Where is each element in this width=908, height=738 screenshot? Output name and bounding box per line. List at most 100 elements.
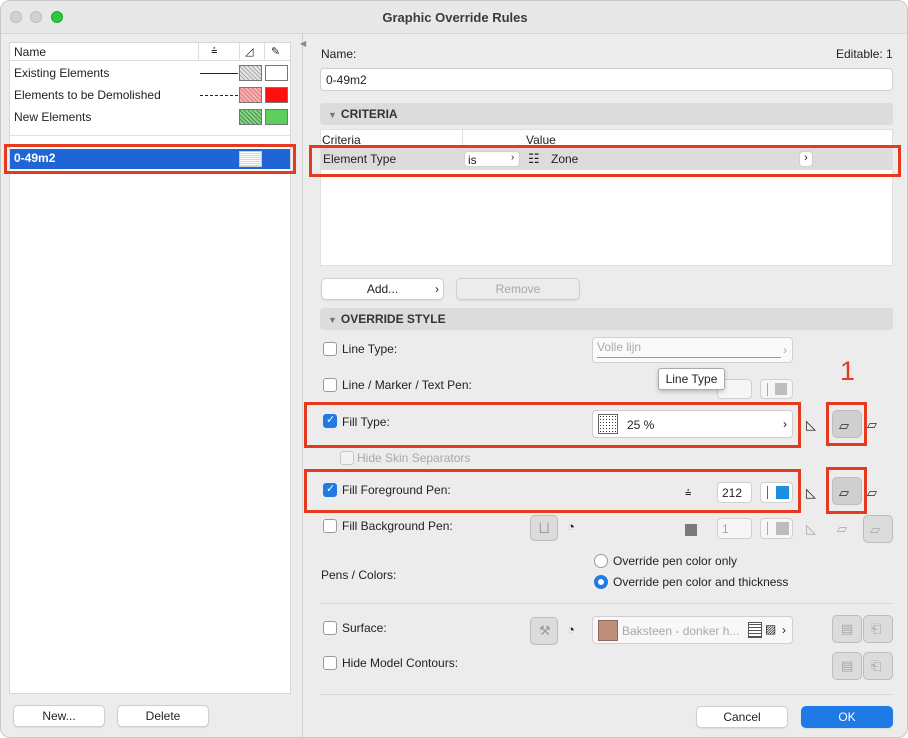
cover-fill-icon: ▱ (870, 522, 880, 537)
fill-bg-cut-icon[interactable]: ◺ (806, 522, 816, 536)
column-divider (239, 43, 240, 61)
ok-button[interactable]: OK (801, 706, 893, 728)
fill-toggle-highlight-2 (826, 467, 867, 514)
fill-type-highlight (304, 402, 801, 448)
fill-bg-pen-value: 1 (722, 522, 729, 536)
override-style-section-header[interactable]: ▼ OVERRIDE STYLE (320, 308, 893, 330)
document-icon: ▤ (841, 658, 854, 673)
line-type-checkbox[interactable] (323, 342, 337, 356)
line-type-label: Line Type: (342, 342, 398, 356)
list-separator (10, 135, 290, 136)
criteria-section-header[interactable]: ▼ CRITERIA (320, 103, 893, 125)
fill-fg-cut-icon[interactable]: ◺ (806, 486, 816, 500)
hide-contours-label: Hide Model Contours: (342, 656, 459, 670)
contours-option-button-2[interactable]: ⎗ (863, 652, 893, 680)
surface-checkbox[interactable] (323, 621, 337, 635)
rules-list-header: Name ⩮ ◿ ✎ (10, 43, 290, 61)
surface-dropdown[interactable]: Baksteen - donker h... ▨ › (592, 616, 793, 644)
rule-row-demolished[interactable]: Elements to be Demolished (10, 85, 290, 106)
fill-bg-color-button[interactable] (760, 518, 793, 539)
column-divider (264, 43, 265, 61)
rule-row-new[interactable]: New Elements (10, 107, 290, 128)
rule-label: Elements to be Demolished (14, 88, 161, 102)
override-color-only-radio[interactable] (594, 554, 608, 568)
contours-option-button-1[interactable]: ▤ (832, 652, 862, 680)
line-type-value: Volle lijn (597, 340, 642, 354)
line-pen-checkbox[interactable] (323, 378, 337, 392)
override-title: OVERRIDE STYLE (340, 312, 446, 326)
disclosure-triangle-icon: ▼ (328, 110, 337, 120)
criteria-row-highlight (309, 145, 901, 177)
pen-color-swatch (776, 522, 789, 535)
color-wheel-icon[interactable]: ◔ (567, 520, 575, 534)
fill-fg-highlight (304, 469, 801, 513)
fill-cover-icon[interactable]: ▱ (867, 418, 877, 432)
divider (320, 603, 893, 604)
chevron-right-icon: › (435, 282, 439, 296)
override-color-thickness-radio[interactable] (594, 575, 608, 589)
fill-column-icon: ◿ (245, 46, 254, 58)
collapse-panel-icon[interactable]: ◀ (300, 39, 306, 48)
pen-column-icon: ✎ (271, 46, 281, 58)
color-wheel-icon[interactable]: ◔ (567, 623, 575, 637)
pen-swatch (265, 109, 288, 125)
surface-label: Surface: (342, 621, 387, 635)
pens-colors-label: Pens / Colors: (321, 568, 397, 582)
name-field[interactable]: 0-49m2 (320, 68, 893, 91)
pen-swatch (265, 65, 288, 81)
line-type-column-icon: ⩮ (211, 45, 218, 57)
column-divider (198, 43, 199, 61)
fill-cut-icon[interactable]: ◺ (806, 418, 816, 432)
pen-divider (767, 383, 768, 396)
delete-rule-button[interactable]: Delete (117, 705, 209, 727)
fill-bg-checkbox[interactable] (323, 519, 337, 533)
line-pen-color-button[interactable] (760, 379, 793, 399)
remove-criteria-button[interactable]: Remove (456, 278, 580, 300)
add-criteria-button[interactable]: Add... › (321, 278, 444, 300)
title-bar: Graphic Override Rules (1, 1, 907, 34)
hide-contours-checkbox[interactable] (323, 656, 337, 670)
print-icon: ⎗ (871, 621, 882, 636)
fill-swatch (239, 65, 262, 81)
fill-toggle-highlight-1 (826, 402, 867, 446)
line-type-tooltip: Line Type (658, 368, 725, 390)
fill-bg-cover-toggle[interactable]: ▱ (863, 515, 893, 543)
rule-label: New Elements (14, 110, 92, 124)
divider (320, 694, 893, 695)
bg-pen-button[interactable]: ⨆ (530, 515, 558, 541)
surface-value: Baksteen - donker h... (622, 624, 740, 638)
name-column-header: Name (14, 45, 47, 59)
rule-row-existing[interactable]: Existing Elements (10, 63, 290, 84)
name-label: Name: (321, 47, 357, 61)
chevron-right-icon: › (783, 343, 787, 357)
name-value: 0-49m2 (326, 73, 367, 87)
add-label: Add... (366, 282, 399, 296)
criteria-title: CRITERIA (340, 107, 398, 121)
surface-brush-button[interactable]: ⚒ (530, 617, 558, 645)
line-type-dropdown[interactable]: Volle lijn › (592, 337, 793, 363)
chevron-right-icon: › (782, 623, 786, 637)
pen-divider (767, 522, 768, 535)
editable-count: Editable: 1 (836, 47, 893, 61)
rule-label: Existing Elements (14, 66, 110, 80)
disclosure-triangle-icon: ▼ (328, 315, 337, 325)
fill-swatch (239, 87, 262, 103)
document-icon: ▤ (841, 621, 854, 636)
pen-color-swatch (775, 383, 787, 395)
fill-fg-cover-icon[interactable]: ▱ (867, 486, 877, 500)
paint-bucket-icon: ⚒ (539, 623, 551, 638)
cancel-button[interactable]: Cancel (696, 706, 788, 728)
line-preview (597, 357, 781, 358)
fill-bg-plan-icon[interactable]: ▱ (837, 522, 847, 536)
new-rule-button[interactable]: New... (13, 705, 105, 727)
surface-option-button-1[interactable]: ▤ (832, 615, 862, 643)
surface-option-button-2[interactable]: ⎗ (863, 615, 893, 643)
hide-skin-checkbox[interactable] (340, 451, 354, 465)
line-pen-label: Line / Marker / Text Pen: (342, 378, 472, 392)
rules-panel: Name ⩮ ◿ ✎ Existing Elements Elements to… (1, 34, 303, 737)
selected-rule-highlight (4, 144, 296, 174)
surface-swatch (598, 620, 618, 641)
rules-list: Name ⩮ ◿ ✎ Existing Elements Elements to… (9, 42, 291, 694)
fill-bg-pen-field[interactable]: 1 (717, 518, 752, 539)
graphic-override-rules-window: Graphic Override Rules Name ⩮ ◿ ✎ Existi… (0, 0, 908, 738)
